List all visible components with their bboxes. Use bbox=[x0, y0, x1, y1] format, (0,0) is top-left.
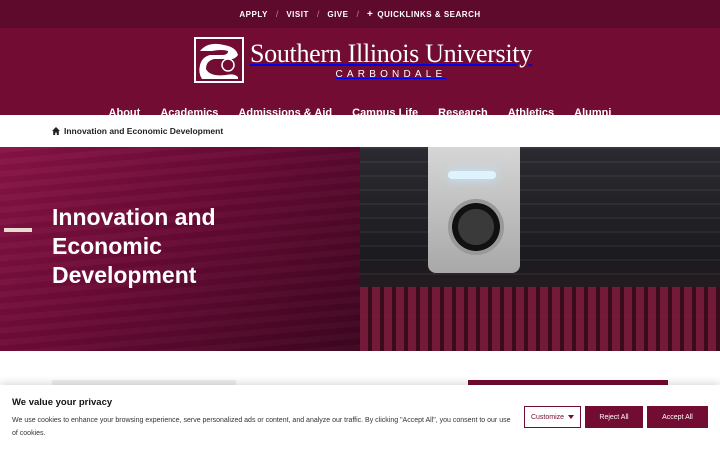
printer-fan bbox=[448, 199, 504, 255]
reject-all-button[interactable]: Reject All bbox=[585, 406, 643, 428]
accept-all-button[interactable]: Accept All bbox=[647, 406, 708, 428]
utility-nav: APPLY / VISIT / GIVE / + QUICKLINKS & SEA… bbox=[0, 0, 720, 28]
campus-name: CARBONDALE bbox=[335, 68, 447, 80]
quicklinks-label: QUICKLINKS & SEARCH bbox=[377, 9, 481, 19]
give-link[interactable]: GIVE bbox=[327, 10, 348, 19]
nav-separator: / bbox=[316, 9, 320, 19]
nav-campus-life[interactable]: Campus Life bbox=[352, 107, 418, 119]
site-header: Southern Illinois University CARBONDALE … bbox=[0, 28, 720, 119]
nav-separator: / bbox=[356, 9, 359, 19]
hero-banner: Innovation and Economic Development bbox=[0, 147, 720, 351]
nav-admissions-aid[interactable]: Admissions & Aid bbox=[238, 107, 332, 119]
nav-athletics[interactable]: Athletics bbox=[508, 107, 554, 119]
nav-academics[interactable]: Academics bbox=[160, 107, 218, 119]
visit-link[interactable]: VISIT bbox=[286, 10, 309, 19]
chevron-down-icon bbox=[568, 415, 575, 419]
nav-about[interactable]: About bbox=[109, 107, 141, 119]
hero-photo bbox=[360, 147, 720, 351]
customize-label: Customize bbox=[530, 413, 565, 421]
plus-icon: + bbox=[367, 8, 374, 20]
breadcrumb: Innovation and Economic Development bbox=[0, 115, 720, 147]
breadcrumb-current: Innovation and Economic Development bbox=[64, 126, 224, 136]
nav-research[interactable]: Research bbox=[438, 107, 488, 119]
university-logo[interactable]: Southern Illinois University CARBONDALE bbox=[194, 37, 532, 83]
quicklinks-search-button[interactable]: + QUICKLINKS & SEARCH bbox=[367, 9, 481, 20]
printer-light bbox=[448, 171, 496, 179]
nav-separator: / bbox=[275, 9, 279, 19]
saluki-logo-icon bbox=[194, 37, 244, 83]
nav-alumni[interactable]: Alumni bbox=[574, 107, 611, 119]
hero-title: Innovation and Economic Development bbox=[52, 204, 216, 288]
cookie-body: We use cookies to enhance your browsing … bbox=[12, 417, 511, 437]
customize-button[interactable]: Customize bbox=[524, 406, 581, 428]
cookie-title: We value your privacy bbox=[12, 397, 113, 408]
printer-head bbox=[428, 147, 520, 273]
hero-accent-bar bbox=[4, 228, 32, 232]
logo-wordmark: Southern Illinois University CARBONDALE bbox=[250, 38, 532, 80]
apply-link[interactable]: APPLY bbox=[239, 10, 267, 19]
home-icon[interactable] bbox=[52, 127, 60, 135]
university-name: Southern Illinois University bbox=[250, 38, 532, 68]
printer-bed bbox=[360, 287, 720, 351]
main-nav: About Academics Admissions & Aid Campus … bbox=[0, 107, 720, 119]
cookie-banner: We value your privacy We use cookies to … bbox=[0, 385, 720, 450]
